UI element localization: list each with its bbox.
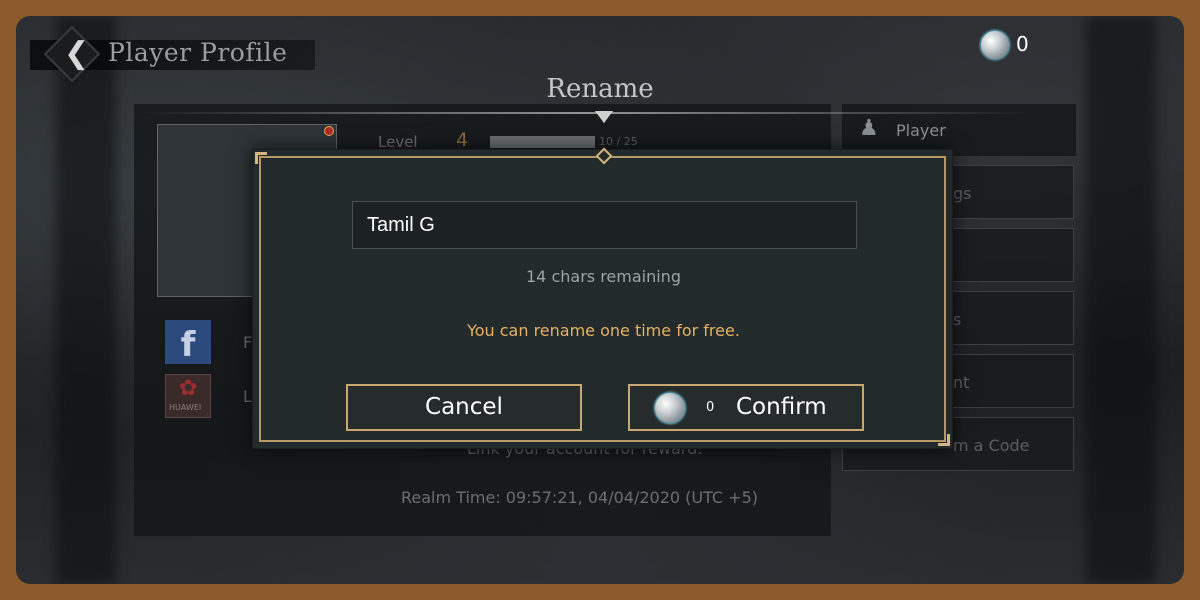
page-title: Player Profile	[108, 38, 288, 67]
cancel-button[interactable]: Cancel	[346, 384, 582, 431]
game-screen: ❮ Player Profile 0 Level 4 10 / 25 ♟ Pla…	[16, 16, 1184, 584]
level-value: 4	[456, 129, 469, 151]
huawei-text: HUAWEI	[169, 403, 202, 412]
rename-dialog: Tamil G 14 chars remaining You can renam…	[252, 147, 953, 449]
facebook-label: F	[243, 333, 253, 352]
player-tab[interactable]: Player	[896, 121, 946, 140]
currency-amount: 0	[1016, 32, 1029, 56]
free-rename-note: You can rename one time for free.	[467, 321, 740, 340]
coin-icon	[654, 392, 686, 424]
name-input[interactable]: Tamil G	[352, 201, 857, 249]
dialog-title: Rename	[546, 74, 654, 104]
title-divider	[138, 112, 1033, 114]
huawei-label: L	[243, 387, 252, 406]
huawei-logo-icon: ✿	[179, 376, 198, 401]
confirm-cost: 0	[706, 400, 715, 415]
confirm-button[interactable]: 0 Confirm	[628, 384, 864, 431]
confirm-label: Confirm	[736, 394, 827, 420]
chevron-left-icon: ❮	[64, 36, 90, 71]
cancel-label: Cancel	[425, 394, 503, 420]
frame-corner	[938, 434, 950, 446]
side-menu-label: gs	[953, 184, 972, 203]
map-marker	[324, 126, 334, 136]
side-menu-label: m a Code	[953, 436, 1030, 455]
realm-time: Realm Time: 09:57:21, 04/04/2020 (UTC +5…	[401, 488, 759, 507]
xp-progress-bar	[490, 136, 595, 148]
side-menu-label: nt	[953, 373, 970, 392]
chars-remaining: 14 chars remaining	[526, 267, 681, 286]
facebook-icon[interactable]: f	[165, 320, 211, 365]
frame-corner	[255, 152, 267, 164]
side-menu-label: s	[953, 310, 962, 329]
coin-icon	[980, 30, 1010, 60]
player-icon: ♟	[859, 116, 879, 141]
xp-text: 10 / 25	[599, 135, 638, 148]
